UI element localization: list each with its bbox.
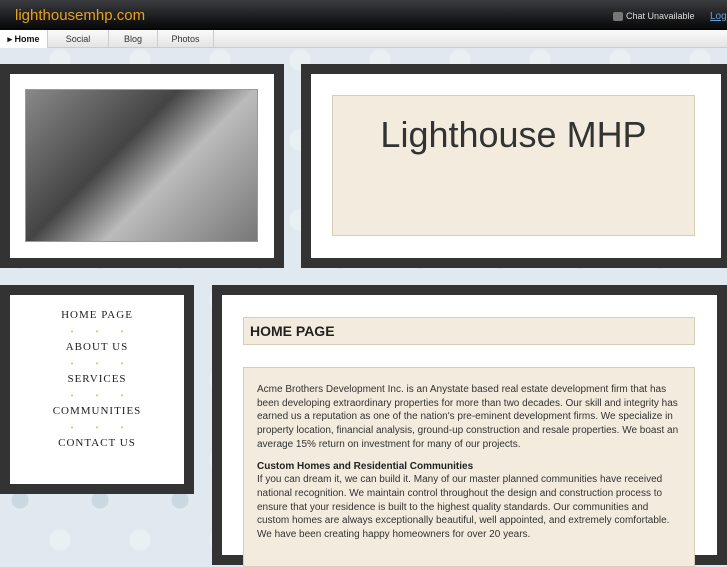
menu-home-page[interactable]: HOME PAGE (10, 309, 184, 321)
section-heading: Custom Homes and Residential Communities (257, 460, 474, 472)
chat-icon (613, 11, 623, 21)
menu-about-us[interactable]: ABOUT US (10, 341, 184, 353)
site-logo[interactable]: lighthousemhp.com (15, 7, 145, 24)
divider: • • • (70, 327, 134, 336)
main-frame: HOME PAGE Acme Brothers Development Inc.… (212, 285, 727, 567)
banner-frame: Lighthouse MHP (301, 64, 727, 268)
login-link[interactable]: Log (710, 11, 727, 22)
chat-label: Chat Unavailable (626, 11, 695, 21)
intro-paragraph: Acme Brothers Development Inc. is an Any… (257, 384, 679, 450)
menu-services[interactable]: SERVICES (10, 373, 184, 385)
menu-communities[interactable]: COMMUNITIES (10, 405, 184, 417)
chat-status[interactable]: Chat Unavailable (613, 11, 695, 21)
banner-title: Lighthouse MHP (380, 114, 647, 155)
nav-blog[interactable]: Blog (109, 30, 158, 48)
section-paragraph: If you can dream it, we can build it. Ma… (257, 474, 670, 541)
side-menu-frame: HOME PAGE • • • ABOUT US • • • SERVICES … (0, 285, 194, 494)
side-menu: HOME PAGE • • • ABOUT US • • • SERVICES … (10, 295, 184, 484)
divider: • • • (70, 391, 134, 400)
photo-frame (0, 64, 284, 268)
nav-bar: ▸ Home Social Blog Photos (0, 30, 727, 48)
page-heading: HOME PAGE (243, 317, 695, 345)
nav-social[interactable]: Social (48, 30, 109, 48)
top-bar: lighthousemhp.com Chat Unavailable Log (0, 0, 727, 30)
menu-contact-us[interactable]: CONTACT US (10, 437, 184, 449)
nav-photos[interactable]: Photos (158, 30, 214, 48)
divider: • • • (70, 359, 134, 368)
family-photo (25, 89, 258, 242)
content-box: Acme Brothers Development Inc. is an Any… (243, 367, 695, 567)
divider: • • • (70, 423, 134, 432)
nav-home[interactable]: ▸ Home (0, 30, 48, 48)
